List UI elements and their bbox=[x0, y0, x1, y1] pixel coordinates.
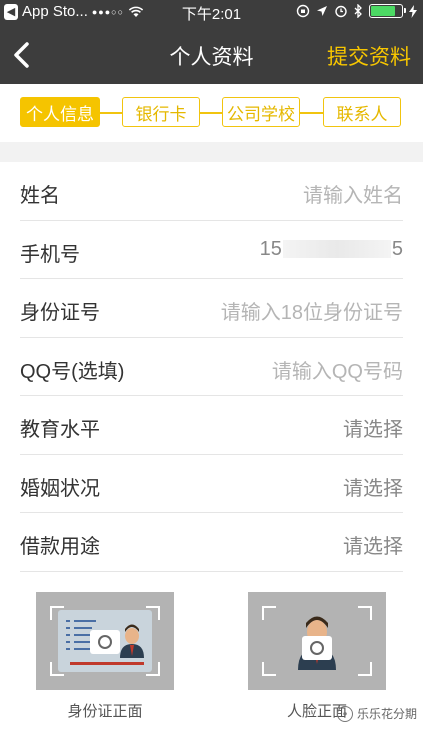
watermark-logo-icon: ● bbox=[336, 705, 353, 722]
status-bar: ◀ App Sto... ●●●○○ 下午2:01 bbox=[0, 0, 423, 26]
marital-select[interactable]: 请选择 bbox=[343, 472, 403, 501]
phone-label: 手机号 bbox=[20, 243, 80, 266]
face-front-upload[interactable] bbox=[248, 592, 386, 690]
phone-suffix: 5 bbox=[391, 237, 403, 260]
name-label: 姓名 bbox=[20, 185, 60, 207]
qq-row[interactable]: QQ号(选填) 请输入QQ号码 bbox=[20, 338, 403, 396]
frame-corner bbox=[146, 606, 160, 620]
id-number-input[interactable]: 请输入18位身份证号 bbox=[221, 296, 403, 325]
step-indicator: 个人信息 银行卡 公司学校 联系人 bbox=[0, 84, 423, 142]
battery-icon bbox=[369, 4, 406, 18]
status-bar-right bbox=[296, 4, 417, 18]
watermark-text: 乐乐花分期 bbox=[356, 707, 417, 721]
submit-button[interactable]: 提交资料 bbox=[327, 41, 411, 71]
step-connector bbox=[300, 112, 323, 114]
qq-input[interactable]: 请输入QQ号码 bbox=[272, 355, 403, 384]
battery-fill bbox=[371, 6, 395, 16]
id-number-label: 身份证号 bbox=[20, 302, 100, 324]
phone-row[interactable]: 手机号 15 5 bbox=[20, 221, 403, 279]
step-personal-info[interactable]: 个人信息 bbox=[20, 97, 100, 127]
alarm-icon bbox=[334, 4, 348, 18]
location-icon bbox=[316, 5, 328, 17]
qq-label: QQ号(选填) bbox=[20, 360, 125, 383]
phone-redaction bbox=[282, 240, 391, 259]
bluetooth-icon bbox=[354, 4, 363, 18]
education-label: 教育水平 bbox=[20, 419, 100, 441]
frame-corner bbox=[358, 662, 372, 676]
id-card-front-upload[interactable] bbox=[36, 592, 174, 690]
phone-prefix: 15 bbox=[259, 237, 282, 260]
watermark: ● 乐乐花分期 bbox=[336, 705, 417, 722]
marital-label: 婚姻状况 bbox=[20, 477, 100, 500]
step-company-school[interactable]: 公司学校 bbox=[222, 97, 300, 127]
step-contacts[interactable]: 联系人 bbox=[323, 97, 401, 127]
id-number-row[interactable]: 身份证号 请输入18位身份证号 bbox=[20, 279, 403, 338]
loan-purpose-label: 借款用途 bbox=[20, 536, 100, 558]
name-row[interactable]: 姓名 请输入姓名 bbox=[20, 162, 403, 221]
section-divider bbox=[0, 142, 423, 162]
frame-corner bbox=[262, 606, 276, 620]
frame-corner bbox=[50, 606, 64, 620]
education-row[interactable]: 教育水平 请选择 bbox=[20, 396, 403, 455]
frame-corner bbox=[50, 662, 64, 676]
education-select[interactable]: 请选择 bbox=[343, 413, 403, 442]
id-card-front-caption: 身份证正面 bbox=[67, 703, 143, 720]
step-connector bbox=[200, 112, 222, 114]
marital-row[interactable]: 婚姻状况 请选择 bbox=[20, 455, 403, 513]
loan-purpose-select[interactable]: 请选择 bbox=[343, 530, 403, 559]
photo-upload-section: 身份证正面 人脸正面 ● 乐乐花分期 bbox=[0, 592, 423, 734]
frame-corner bbox=[262, 662, 276, 676]
frame-corner bbox=[358, 606, 372, 620]
camera-icon bbox=[302, 636, 332, 660]
loan-purpose-row[interactable]: 借款用途 请选择 bbox=[20, 513, 403, 572]
step-connector bbox=[100, 112, 122, 114]
frame-corner bbox=[146, 662, 160, 676]
nav-bar: 个人资料 提交资料 bbox=[0, 26, 423, 84]
camera-icon bbox=[90, 630, 120, 654]
name-input[interactable]: 请输入姓名 bbox=[303, 179, 403, 208]
personal-info-form: 姓名 请输入姓名 手机号 15 5 身份证号 请输入18位身份证号 QQ号(选填)… bbox=[0, 162, 423, 572]
charging-icon bbox=[409, 4, 417, 18]
rotation-lock-icon bbox=[296, 4, 310, 18]
step-bank-card[interactable]: 银行卡 bbox=[122, 97, 200, 127]
phone-input[interactable]: 15 5 bbox=[260, 238, 403, 261]
